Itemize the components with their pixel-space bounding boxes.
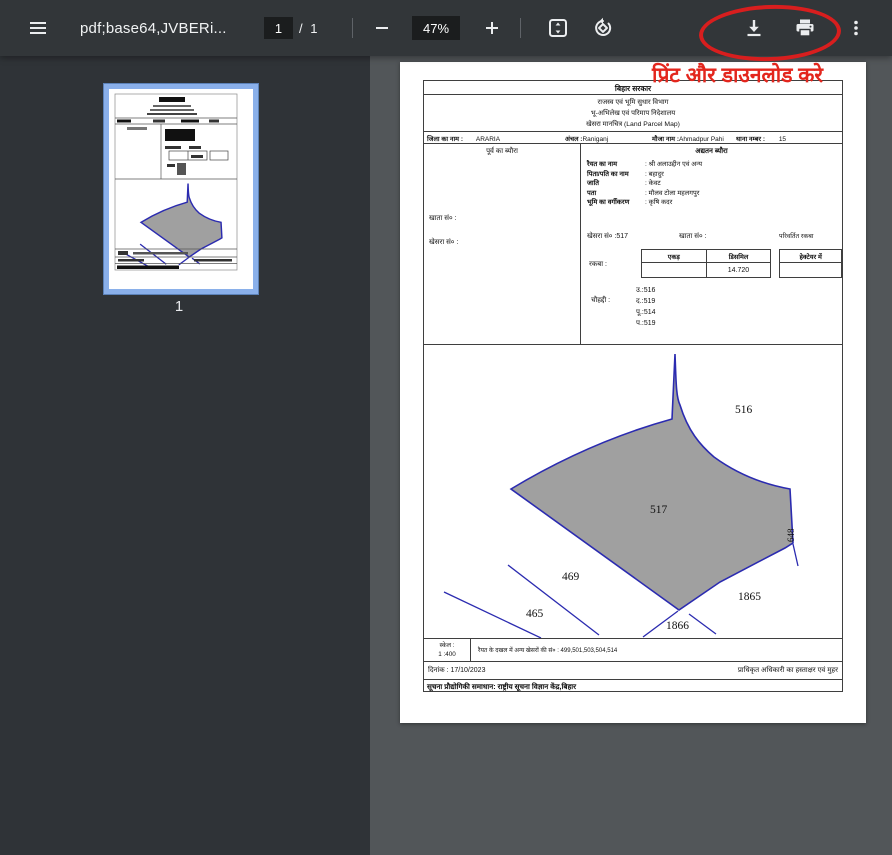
field-label: पता	[587, 189, 645, 199]
chauhaddi-label: चौहद्दी :	[591, 296, 610, 305]
doc-directorate: भू-अभिलेख एवं परिमाप निदेशालय	[424, 108, 842, 119]
field-value: : मौलव टोला महलगपुर	[645, 189, 699, 199]
current-details-title: अद्यतन ब्यौरा	[581, 144, 842, 156]
previous-khata-label: खाता सं० :	[429, 214, 457, 223]
area-value-hectare	[780, 263, 842, 278]
parcel-517-polygon	[511, 354, 793, 610]
field-value: : श्री अलाउद्दीन एवं अन्य	[645, 160, 702, 170]
zoom-level[interactable]: 47%	[412, 16, 460, 40]
officer-signature-label: प्राधिकृत अधिकारी का हस्ताक्षर एवं मुहर	[738, 666, 838, 675]
previous-details-title: पूर्व का ब्यौरा	[424, 144, 580, 156]
area-value-decimal: 14.720	[706, 263, 771, 278]
date-row: दिनांक : 17/10/2023 प्राधिकृत अधिकारी का…	[424, 662, 842, 680]
area-header-decimal: डिसमिल	[706, 250, 771, 263]
boundary-east: पू.:514	[636, 307, 656, 318]
circle-label: अंचल :	[565, 136, 582, 143]
plot-label-1866: 1866	[666, 620, 689, 632]
khata-number: खाता सं० :	[679, 232, 707, 241]
page-thumbnail[interactable]	[104, 84, 258, 294]
scale-cell: स्केल : 1 :400	[424, 639, 471, 661]
field-label: भूमि का वर्गीकरण	[587, 198, 645, 208]
menu-icon[interactable]	[24, 14, 52, 42]
field-value: : कृषि कदर	[645, 198, 672, 208]
field-label: जाति	[587, 179, 645, 189]
thumbnail-page-number: 1	[102, 298, 256, 315]
doc-map-title: खेसरा मानचित्र (Land Parcel Map)	[424, 119, 842, 130]
scale-value: 1 :400	[424, 650, 470, 659]
more-icon[interactable]	[842, 14, 870, 42]
document-title: pdf;base64,JVBERi...	[80, 0, 227, 56]
area-value-acre	[642, 263, 707, 278]
plot-label-648: 648	[786, 528, 796, 542]
rotate-icon[interactable]	[589, 14, 617, 42]
doc-department: राजस्व एवं भूमि सुधार विभाग	[424, 97, 842, 108]
fit-page-icon[interactable]	[544, 14, 572, 42]
rakba-label: रकबा :	[589, 260, 607, 269]
field-label: पिता/पति का नाम	[587, 170, 645, 180]
raiyat-fields: रैयत का नाम: श्री अलाउद्दीन एवं अन्य पित…	[587, 160, 702, 208]
scale-label: स्केल :	[424, 641, 470, 650]
plot-label-469: 469	[562, 571, 580, 583]
it-solution-footer: सूचना प्रौद्योगिकी समाधान: राष्ट्रीय सूच…	[424, 680, 842, 693]
pdf-page: बिहार सरकार राजस्व एवं भूमि सुधार विभाग …	[400, 62, 866, 723]
doc-meta-row: जिला का नाम : ARARIA अंचल :Raniganj मौजा…	[424, 131, 842, 144]
doc-date: दिनांक : 17/10/2023	[428, 666, 485, 675]
khesra-number: खेसरा सं० :517	[587, 232, 628, 241]
land-parcel-document: बिहार सरकार राजस्व एवं भूमि सुधार विभाग …	[423, 80, 843, 692]
download-icon[interactable]	[740, 14, 768, 42]
field-value: : केवट	[645, 179, 661, 189]
parivartit-rakba-label: परिवर्तित रकबा	[779, 231, 813, 240]
area-header-hectare: हेक्टेयर में	[780, 250, 842, 263]
boundary-north: उ.:516	[636, 285, 656, 296]
parcel-map: 516 517 469 465 1865 1866 648	[424, 345, 842, 639]
plot-label-1865: 1865	[738, 591, 761, 603]
page-count-label: / 1	[299, 0, 319, 56]
current-details-panel: अद्यतन ब्यौरा रैयत का नाम: श्री अलाउद्दी…	[581, 144, 842, 344]
page-number-input[interactable]: 1	[264, 17, 293, 39]
mauza-value: Ahmadpur Pahi	[679, 136, 724, 143]
area-table: एकड़ डिसमिल 14.720 हेक्टेयर में	[641, 249, 842, 278]
thumbnail-preview-image	[109, 89, 243, 279]
plot-label-516: 516	[735, 404, 753, 416]
doc-government-title: बिहार सरकार	[424, 81, 842, 95]
zoom-out-icon[interactable]	[368, 14, 396, 42]
plot-label-517: 517	[650, 504, 668, 516]
mauza-label: मौजा नाम :	[652, 136, 679, 143]
previous-details-panel: पूर्व का ब्यौरा खाता सं० : खेसरा सं० :	[424, 144, 581, 344]
circle-value: Raniganj	[582, 136, 608, 143]
district-value: ARARIA	[476, 136, 500, 143]
boundary-west: प.:519	[636, 318, 656, 329]
scale-row: स्केल : 1 :400 रैयत के दखल में अन्य खेसर…	[424, 639, 842, 662]
toolbar-separator	[520, 18, 521, 38]
previous-khesra-label: खेसरा सं० :	[429, 238, 458, 247]
zoom-in-icon[interactable]	[478, 14, 506, 42]
toolbar-separator	[352, 18, 353, 38]
boundary-list: उ.:516 द.:519 पू.:514 प.:519	[636, 285, 656, 329]
thana-value: 15	[779, 136, 786, 143]
boundary-south: द.:519	[636, 296, 656, 307]
doc-header-block: राजस्व एवं भूमि सुधार विभाग भू-अभिलेख एव…	[424, 95, 842, 131]
thumbnail-sidebar: 1	[0, 56, 370, 855]
district-label: जिला का नाम :	[427, 136, 463, 143]
area-header-acre: एकड़	[642, 250, 707, 263]
pdf-toolbar: pdf;base64,JVBERi... 1 / 1 47%	[0, 0, 892, 56]
print-icon[interactable]	[791, 14, 819, 42]
field-value: : बहादुर	[645, 170, 664, 180]
plot-label-465: 465	[526, 608, 544, 620]
other-khesra-note: रैयत के दखल में अन्य खेसरों की सं० : 499…	[471, 639, 842, 661]
field-label: रैयत का नाम	[587, 160, 645, 170]
thana-label: थाना नम्बर :	[736, 136, 765, 143]
